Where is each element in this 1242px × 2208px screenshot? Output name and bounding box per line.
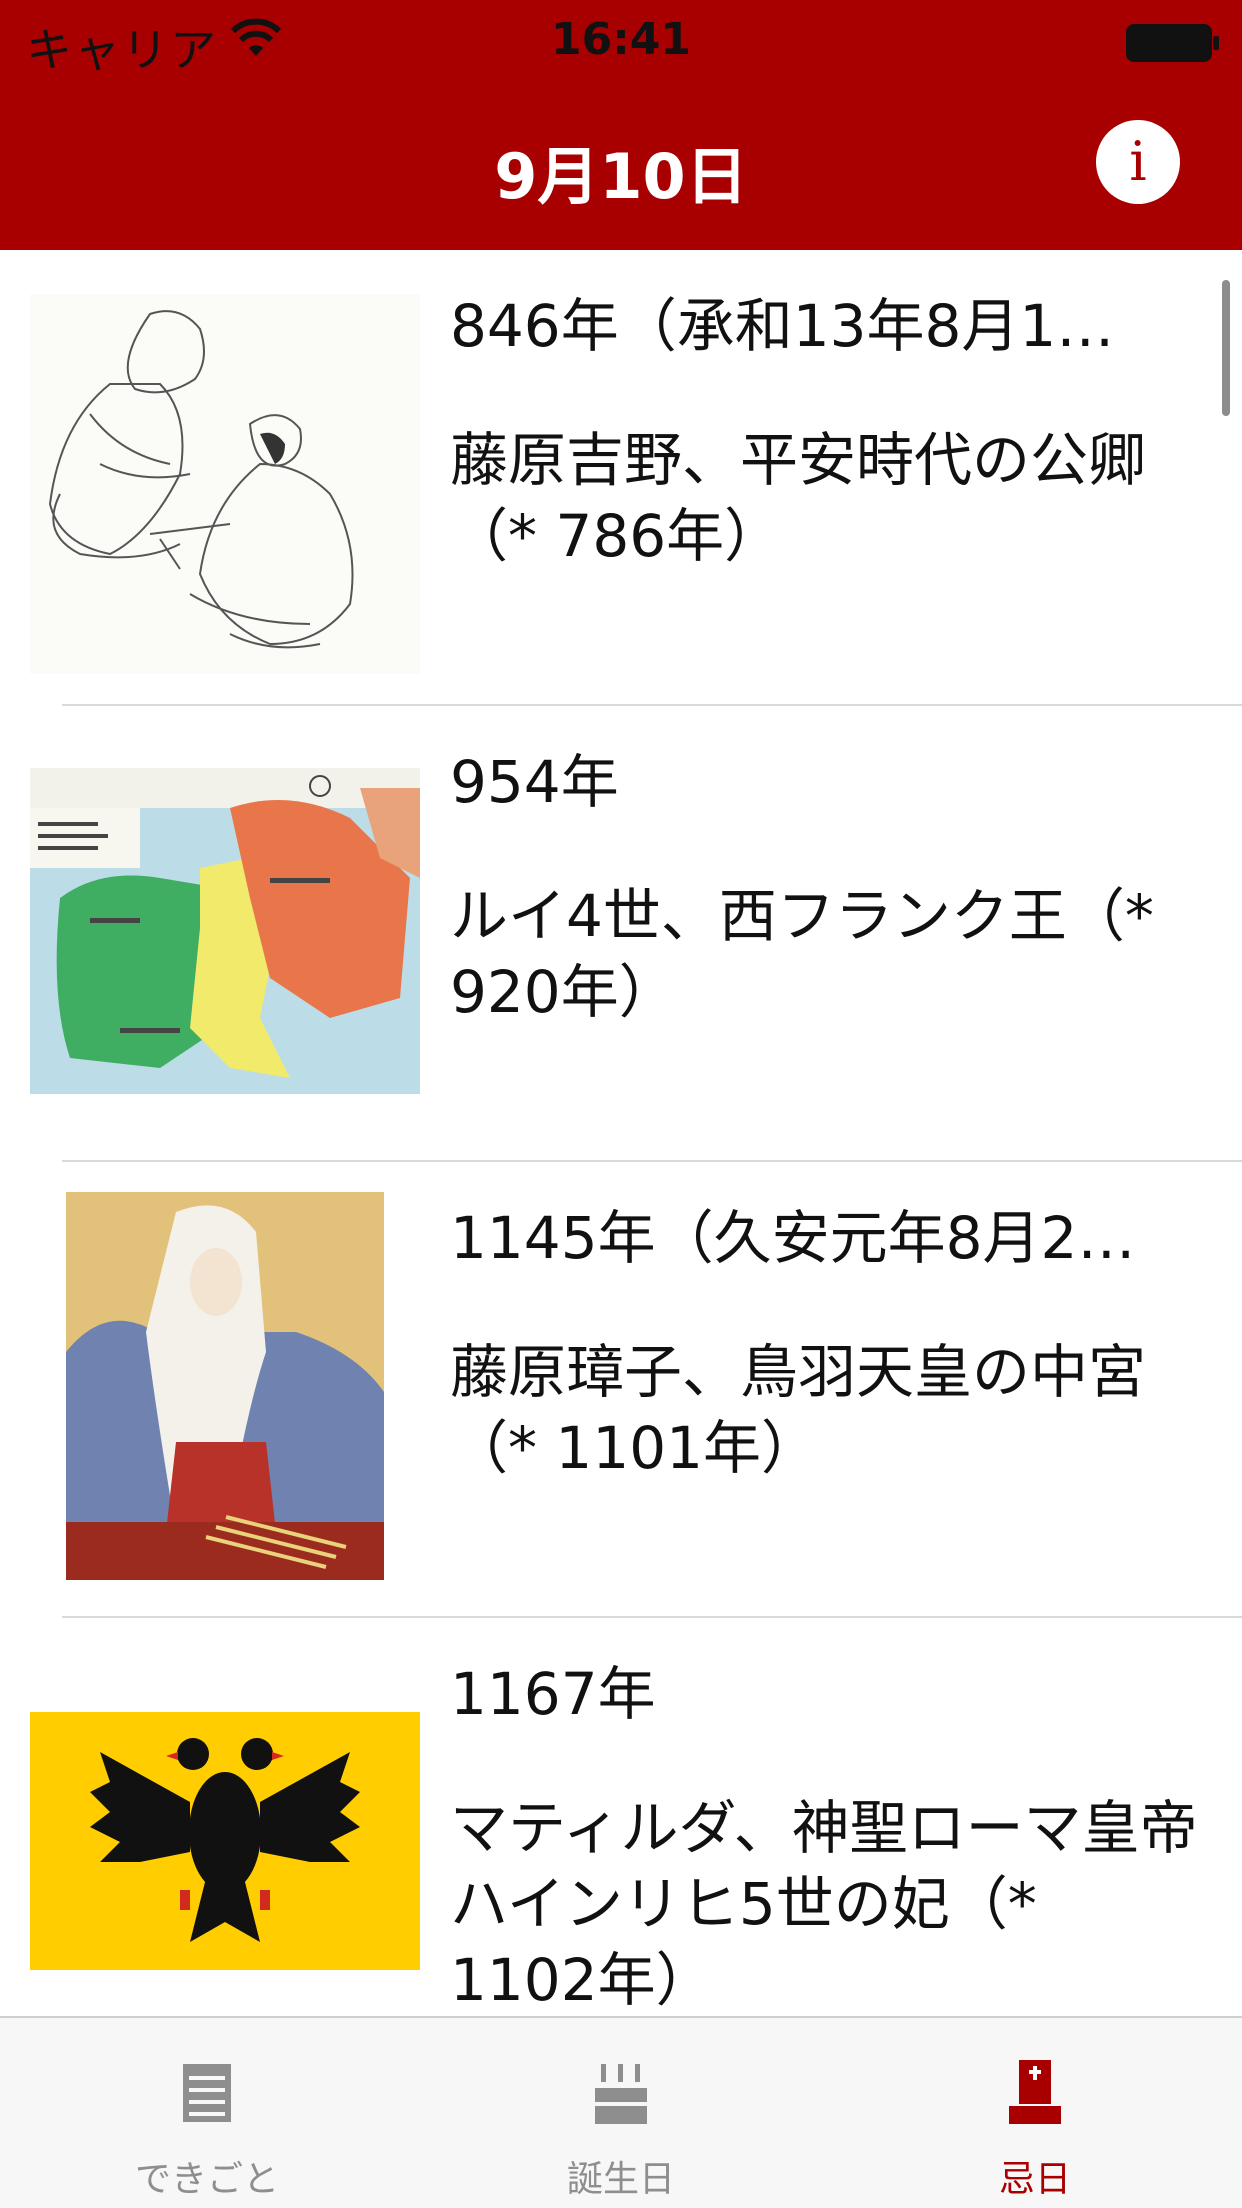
map-thumbnail [30, 768, 420, 1094]
info-button[interactable]: i [1096, 120, 1180, 204]
event-description: ルイ4世、西フランク王（* 920年） [450, 882, 1154, 1026]
battery-icon [1126, 24, 1219, 62]
navigation-header: キャリア 16:41 9月10日 i [0, 0, 1242, 250]
tab-births[interactable]: 誕生日 [414, 2018, 828, 2208]
status-time: 16:41 [550, 14, 692, 65]
list-item[interactable]: 954年 ルイ4世、西フランク王（* 920年） [0, 706, 1242, 1162]
document-lines-icon [183, 2064, 231, 2122]
tab-label: できごと [134, 2159, 279, 2200]
tab-events[interactable]: できごと [0, 2018, 414, 2208]
event-year: 846年（承和13年8月1… [450, 292, 1115, 360]
event-description: 藤原璋子、鳥羽天皇の中宮（* 1101年） [450, 1338, 1147, 1482]
list-item[interactable]: 1145年（久安元年8月2… 藤原璋子、鳥羽天皇の中宮（* 1101年） [0, 1162, 1242, 1618]
eagle-flag-thumbnail [30, 1712, 420, 1970]
event-list[interactable]: 846年（承和13年8月1… 藤原吉野、平安時代の公卿（* 786年） 954年… [0, 250, 1242, 2016]
event-year: 954年 [450, 748, 619, 816]
tab-deaths[interactable]: 忌日 [828, 2018, 1242, 2208]
event-year: 1145年（久安元年8月2… [450, 1204, 1136, 1272]
event-year: 1167年 [450, 1660, 656, 1728]
page-title: 9月10日 [494, 140, 748, 213]
ink-sketch-thumbnail [30, 294, 420, 674]
gravestone-icon [1009, 2060, 1061, 2124]
event-description: 藤原吉野、平安時代の公卿（* 786年） [450, 426, 1147, 570]
list-item[interactable]: 846年（承和13年8月1… 藤原吉野、平安時代の公卿（* 786年） [0, 250, 1242, 706]
birthday-cake-icon [595, 2064, 647, 2124]
tab-label: 忌日 [998, 2159, 1071, 2200]
scrollbar[interactable] [1222, 280, 1230, 416]
portrait-thumbnail [66, 1192, 384, 1580]
tab-label: 誕生日 [566, 2159, 675, 2200]
event-description: マティルダ、神聖ローマ皇帝ハインリヒ5世の妃（* 1102年） [450, 1794, 1198, 2014]
tab-bar: できごと 誕生日 忌日 [0, 2016, 1242, 2208]
list-item[interactable]: 1167年 マティルダ、神聖ローマ皇帝ハインリヒ5世の妃（* 1102年） [0, 1618, 1242, 2016]
status-bar: キャリア 16:41 [0, 0, 1242, 80]
